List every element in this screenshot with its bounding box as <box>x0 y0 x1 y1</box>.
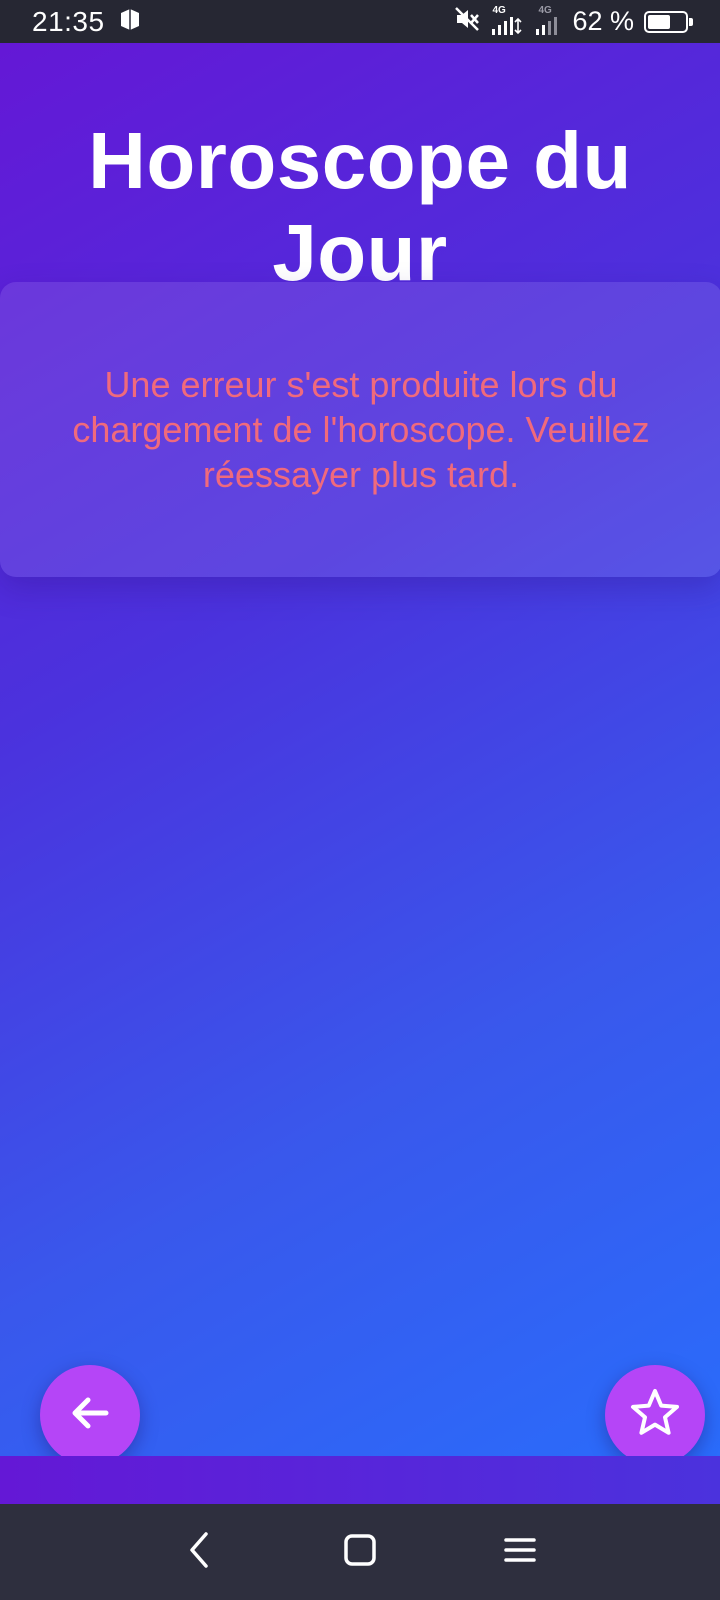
status-left: 21:35 <box>32 6 143 38</box>
page-title: Horoscope du Jour <box>88 116 632 297</box>
phone-screen: 21:35 4G 4G 62 % Horoscope du Jour Une e… <box>0 0 720 1600</box>
arrow-left-icon <box>66 1389 114 1442</box>
square-home-icon <box>340 1530 380 1575</box>
back-button[interactable] <box>40 1365 140 1456</box>
nav-home-button[interactable] <box>340 1532 380 1572</box>
signal-icon-sim2: 4G <box>534 5 562 37</box>
favorite-button[interactable] <box>605 1365 705 1456</box>
bottom-app-strip <box>0 1456 720 1504</box>
nav-recents-button[interactable] <box>500 1532 540 1572</box>
chevron-left-icon <box>180 1530 220 1575</box>
app-content: Horoscope du Jour Une erreur s'est produ… <box>0 43 720 1456</box>
mute-icon <box>454 6 480 37</box>
nav-back-button[interactable] <box>180 1530 220 1575</box>
signal-icon-sim1: 4G <box>490 5 524 37</box>
status-right: 4G 4G 62 % <box>454 5 693 37</box>
star-outline-icon <box>628 1386 682 1445</box>
status-bar: 21:35 4G 4G 62 % <box>0 0 720 43</box>
status-time: 21:35 <box>32 5 105 37</box>
battery-percent: 62 % <box>572 6 634 36</box>
error-card: Une erreur s'est produite lors du charge… <box>0 282 720 577</box>
battery-icon <box>644 10 693 33</box>
battery-level-fill <box>648 14 671 29</box>
notification-app-icon <box>117 6 143 37</box>
system-nav-bar <box>0 1504 720 1600</box>
hamburger-menu-icon <box>500 1530 540 1575</box>
error-message: Une erreur s'est produite lors du charge… <box>72 364 650 495</box>
